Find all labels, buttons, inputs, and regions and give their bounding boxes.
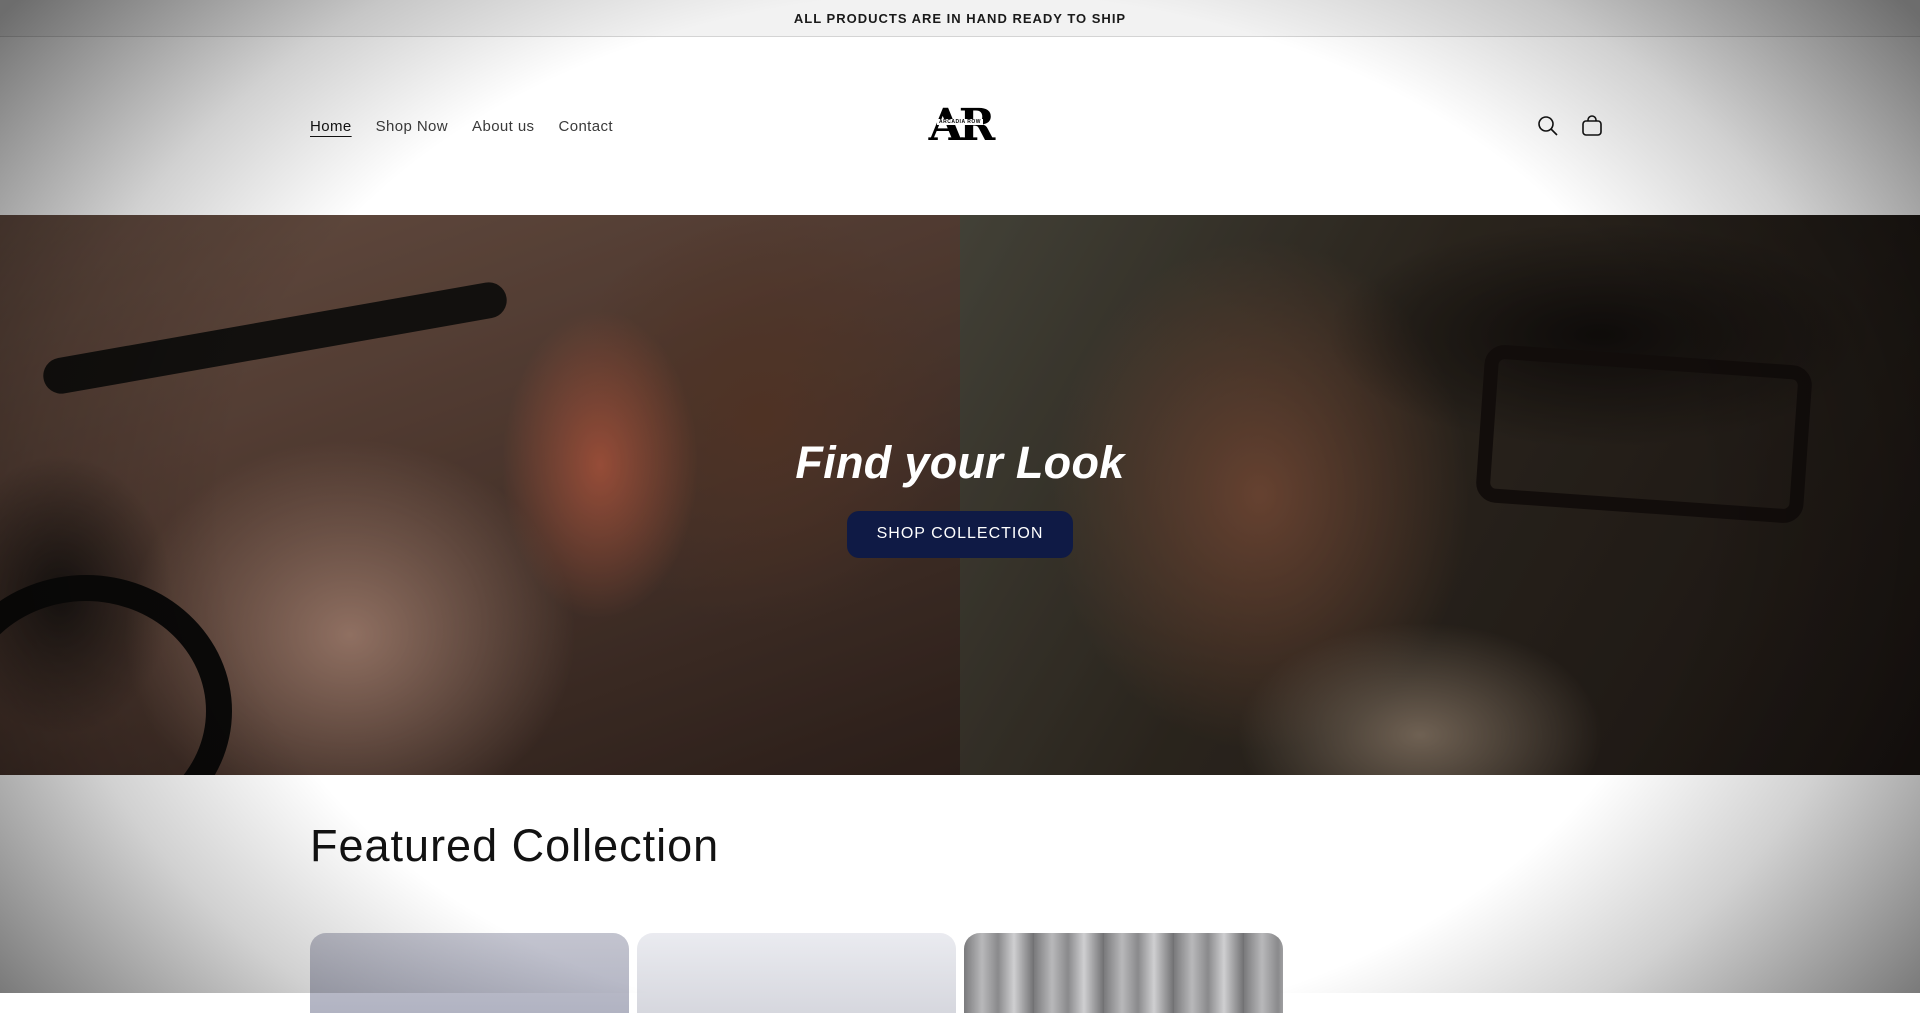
nav-shop-now[interactable]: Shop Now — [376, 118, 448, 135]
nav-contact[interactable]: Contact — [558, 118, 613, 135]
featured-title: Featured Collection — [310, 820, 720, 871]
hero-content: Find your Look SHOP COLLECTION — [0, 215, 1920, 775]
hero-banner: Find your Look SHOP COLLECTION — [0, 215, 1920, 775]
product-card[interactable] — [637, 933, 956, 1013]
shop-collection-button[interactable]: SHOP COLLECTION — [846, 510, 1074, 558]
product-card[interactable] — [964, 933, 1283, 1013]
site-logo[interactable]: AR ARCADIA ROW — [924, 100, 996, 152]
hero-title: Find your Look — [795, 436, 1125, 488]
nav-home[interactable]: Home — [310, 118, 352, 135]
announcement-bar: ALL PRODUCTS ARE IN HAND READY TO SHIP — [0, 0, 1920, 37]
logo-subtitle: ARCADIA ROW — [937, 119, 983, 125]
announcement-text: ALL PRODUCTS ARE IN HAND READY TO SHIP — [793, 10, 1127, 26]
logo-letters: AR — [928, 100, 996, 151]
nav-about-us[interactable]: About us — [472, 118, 534, 135]
main-nav: Home Shop Now About us Contact — [310, 37, 613, 215]
featured-collection: Featured Collection — [0, 775, 1920, 1013]
site-header: Home Shop Now About us Contact AR ARCADI… — [0, 37, 1920, 215]
search-icon[interactable] — [1534, 112, 1562, 140]
cart-icon[interactable] — [1578, 112, 1606, 140]
header-icons — [1534, 112, 1606, 140]
product-card[interactable] — [310, 933, 629, 1013]
product-grid — [310, 933, 1283, 1013]
